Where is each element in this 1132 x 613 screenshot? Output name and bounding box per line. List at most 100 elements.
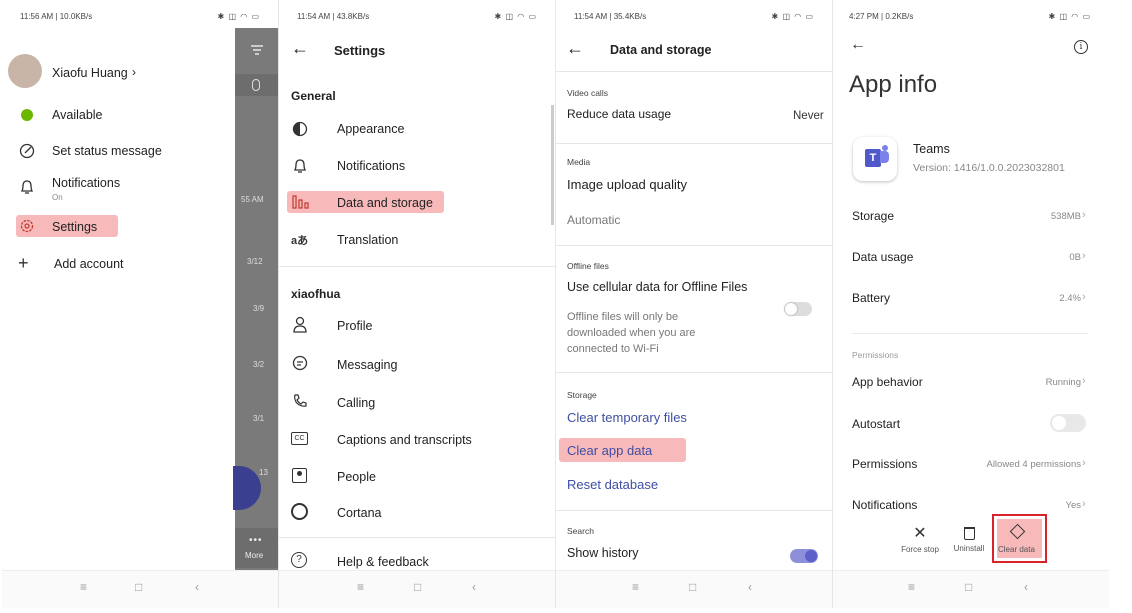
more-button[interactable]: ••• More (235, 528, 278, 568)
contact-card-icon (292, 468, 307, 483)
nav-home-icon[interactable]: □ (689, 580, 696, 594)
nav-back-icon[interactable]: ‹ (1024, 580, 1028, 594)
menu-item-settings[interactable]: Settings (2, 215, 222, 237)
settings-item-messaging[interactable]: Messaging (279, 353, 549, 375)
force-stop-label: Force stop (901, 545, 939, 554)
settings-item-notifications[interactable]: Notifications (279, 155, 549, 177)
app-behavior-row[interactable]: App behavior Running › (833, 371, 1109, 393)
nav-menu-icon[interactable]: ≡ (80, 580, 87, 594)
force-stop-button[interactable]: ✕ Force stop (895, 525, 945, 559)
section-divider (556, 372, 832, 373)
status-bar: 11:56 AM | 10.0KB/s ✱ ◫ ◠ ▭ (20, 12, 260, 26)
status-time: 11:54 AM | 35.4KB/s (574, 12, 647, 21)
overlay-time-5: 3/1 (253, 414, 265, 423)
contrast-icon (292, 121, 308, 142)
status-icons: ✱ ◫ ◠ ▭ (771, 12, 814, 21)
panel-data-storage: 11:54 AM | 35.4KB/s ✱ ◫ ◠ ▭ ← Data and s… (556, 0, 832, 608)
offline-toggle[interactable] (784, 302, 812, 316)
autostart-toggle[interactable] (1050, 414, 1086, 432)
overlay-time-6: 13 (259, 468, 268, 477)
page-title: Settings (334, 43, 386, 58)
offline-files-row[interactable]: Use cellular data for Offline Files Offl… (556, 278, 832, 358)
settings-item-people[interactable]: People (279, 465, 549, 487)
image-quality-row[interactable]: Image upload quality Automatic (556, 174, 832, 234)
back-arrow-icon[interactable]: ← (850, 36, 866, 54)
status-bar: 11:54 AM | 35.4KB/s ✱ ◫ ◠ ▭ (574, 12, 814, 26)
settings-item-appearance[interactable]: Appearance (279, 118, 549, 140)
settings-item-data-storage[interactable]: Data and storage (279, 191, 549, 213)
storage-header: Storage (567, 390, 597, 400)
show-history-row[interactable]: Show history (556, 543, 832, 567)
settings-label: Notifications (337, 159, 406, 173)
translate-icon: aあ (291, 235, 309, 247)
autostart-row[interactable]: Autostart (833, 412, 1109, 434)
row-label: App behavior (852, 375, 923, 389)
image-quality-value: Automatic (567, 213, 621, 227)
nav-back-icon[interactable]: ‹ (472, 580, 476, 594)
menu-label-set-status: Set status message (52, 144, 162, 158)
settings-item-profile[interactable]: Profile (279, 314, 549, 336)
nav-home-icon[interactable]: □ (965, 580, 972, 594)
nav-menu-icon[interactable]: ≡ (357, 580, 364, 594)
back-arrow-icon[interactable]: ← (291, 38, 309, 59)
row-label: Notifications (852, 498, 918, 512)
bell-icon (19, 179, 35, 200)
nav-home-icon[interactable]: □ (135, 580, 142, 594)
clear-data-button[interactable]: Clear data (992, 514, 1047, 563)
menu-item-notifications[interactable]: Notifications On (2, 173, 222, 205)
overlay-time-4: 3/2 (253, 360, 265, 369)
app-name: Teams (913, 142, 950, 156)
menu-item-set-status[interactable]: Set status message (2, 140, 222, 162)
header-divider (556, 71, 832, 72)
show-history-toggle[interactable] (790, 549, 818, 563)
settings-item-cortana[interactable]: Cortana (279, 501, 549, 523)
settings-label: Help & feedback (337, 555, 429, 569)
section-general: General (291, 89, 336, 103)
reduce-data-value: Never (793, 110, 824, 122)
teams-app-icon: T (853, 137, 897, 181)
chevron-right-icon: › (1082, 209, 1086, 221)
plus-icon: + (18, 253, 29, 273)
settings-item-calling[interactable]: Calling (279, 391, 549, 413)
section-account: xiaofhua (291, 287, 341, 301)
info-icon[interactable]: i (1074, 40, 1088, 54)
nav-back-icon[interactable]: ‹ (748, 580, 752, 594)
user-header[interactable]: Xiaofu Huang › (2, 54, 202, 94)
page-title: Data and storage (610, 43, 712, 57)
compose-fab[interactable] (233, 466, 261, 510)
scrollbar[interactable] (551, 105, 554, 225)
row-value: 0B (1069, 252, 1081, 263)
row-value: 538MB (1050, 211, 1081, 222)
reduce-data-row[interactable]: Reduce data usage Never (556, 104, 832, 126)
settings-item-translation[interactable]: aあ Translation (279, 229, 549, 251)
battery-row[interactable]: Battery 2.4% › (833, 287, 1109, 309)
back-arrow-icon[interactable]: ← (566, 38, 584, 59)
permissions-row[interactable]: Permissions Allowed 4 permissions › (833, 453, 1109, 475)
storage-row[interactable]: Storage 538MB › (833, 205, 1109, 227)
settings-label: Appearance (337, 122, 405, 136)
menu-item-add-account[interactable]: + Add account (2, 253, 222, 275)
filter-icon (251, 42, 263, 55)
menu-item-available[interactable]: Available (2, 104, 222, 126)
data-usage-row[interactable]: Data usage 0B › (833, 246, 1109, 268)
nav-home-icon[interactable]: □ (414, 580, 421, 594)
chevron-right-icon: › (1082, 250, 1086, 262)
background-overlay[interactable]: 55 AM 3/12 3/9 3/2 3/1 13 ••• More (233, 28, 278, 573)
panel-app-info: 4:27 PM | 0.2KB/s ✱ ◫ ◠ ▭ ← i App info T… (833, 0, 1109, 608)
nav-menu-icon[interactable]: ≡ (632, 580, 639, 594)
nav-menu-icon[interactable]: ≡ (908, 580, 915, 594)
row-value: Yes (1065, 500, 1082, 511)
bell-icon (292, 158, 308, 179)
notifications-row[interactable]: Notifications Yes › (833, 494, 1109, 516)
settings-label: Captions and transcripts (337, 433, 472, 447)
app-version: Version: 1416/1.0.0.2023032801 (913, 162, 1065, 174)
nav-back-icon[interactable]: ‹ (195, 580, 199, 594)
settings-label: Translation (337, 233, 399, 247)
chevron-right-icon: › (132, 65, 136, 79)
uninstall-button[interactable]: Uninstall (947, 525, 991, 559)
clear-app-data-link[interactable]: Clear app data (567, 443, 652, 458)
settings-item-captions[interactable]: CC Captions and transcripts (279, 428, 549, 450)
settings-item-help[interactable]: ? Help & feedback (279, 550, 549, 572)
clear-temp-files-link[interactable]: Clear temporary files (567, 410, 687, 425)
reset-database-link[interactable]: Reset database (567, 477, 658, 492)
